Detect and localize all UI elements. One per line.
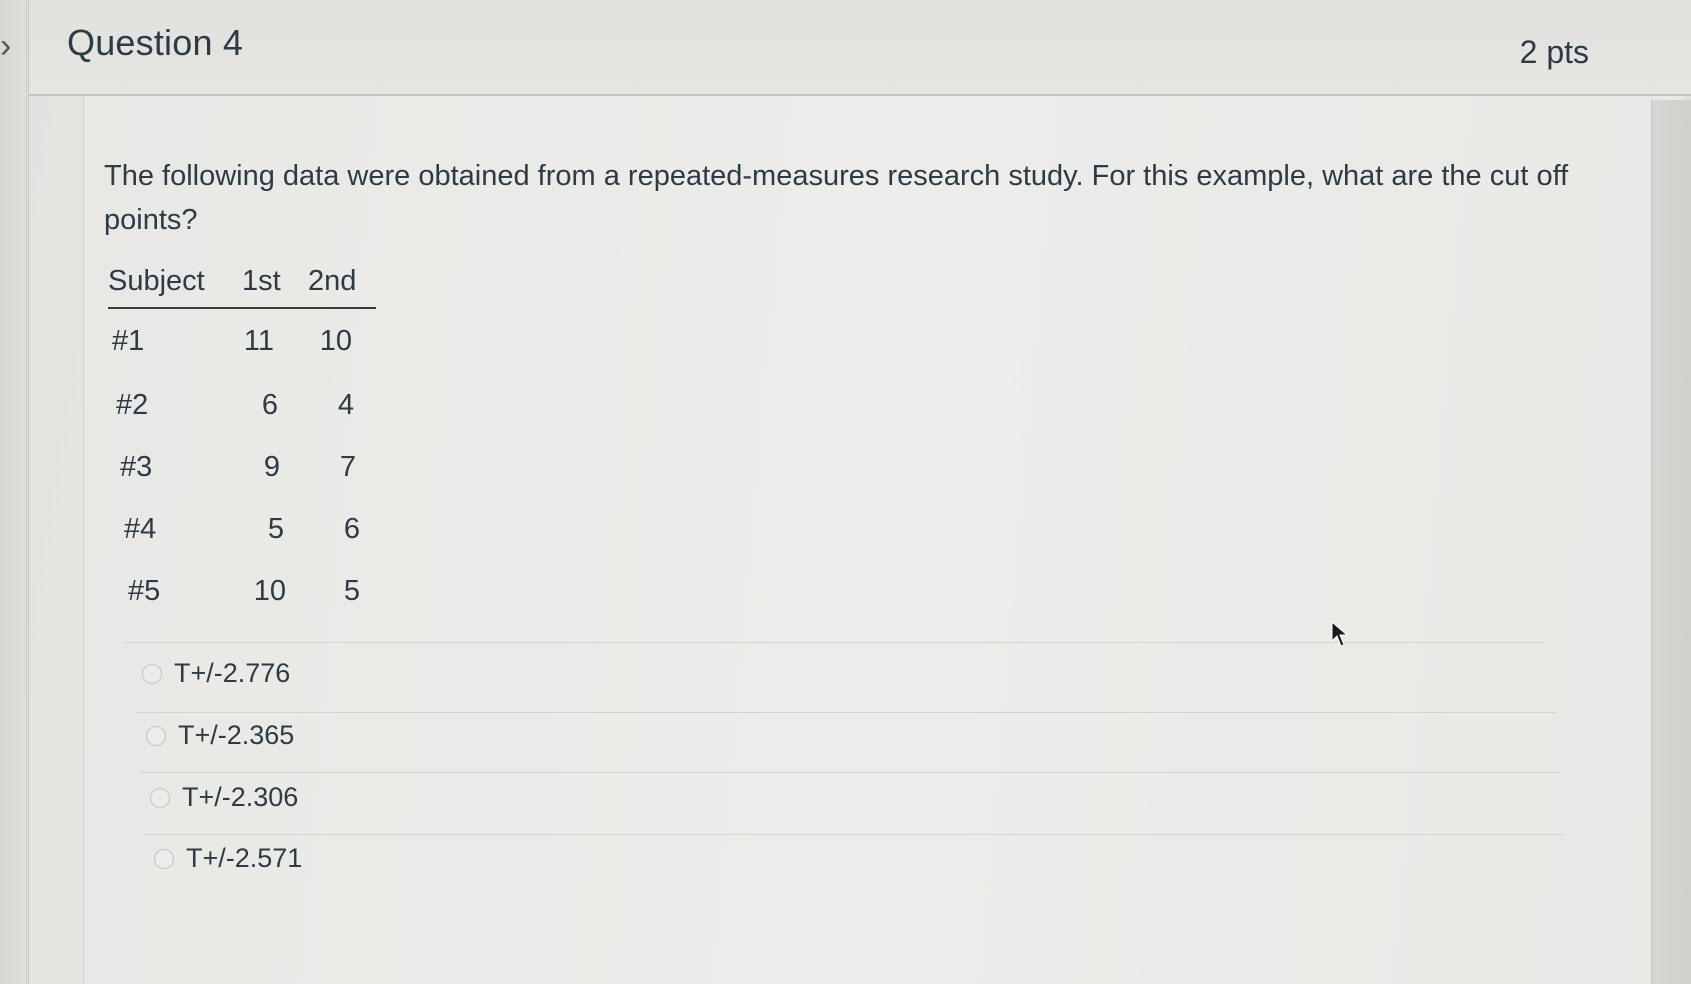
cell-first: 11 — [243, 325, 274, 357]
radio-button[interactable] — [154, 849, 174, 869]
cell-first: 5 — [267, 513, 284, 545]
header-subject: Subject — [108, 265, 205, 297]
table-row: #4 5 6 — [108, 513, 428, 553]
cell-second: 10 — [319, 325, 352, 357]
question-prompt: The following data were obtained from a … — [104, 160, 1569, 236]
header-first: 1st — [242, 265, 281, 297]
table-header-row: Subject 1st 2nd — [108, 261, 376, 309]
cell-second: 4 — [337, 389, 354, 421]
cell-subject: #3 — [120, 451, 153, 483]
answer-label: T+/-2.776 — [174, 658, 291, 688]
cell-subject: #4 — [124, 513, 157, 545]
cell-second: 7 — [339, 451, 356, 483]
cell-first: 6 — [261, 389, 278, 421]
left-sidebar-edge: › — [0, 0, 27, 984]
question-header: Question 4 2 pts — [29, 0, 1691, 96]
answer-label: T+/-2.365 — [178, 720, 295, 750]
table-row: #3 9 7 — [108, 451, 428, 491]
mouse-pointer-icon — [1331, 621, 1349, 647]
table-row: #1 11 10 — [108, 325, 428, 365]
question-card: Question 4 2 pts The following data were… — [28, 0, 1691, 984]
table-row: #2 6 4 — [108, 389, 428, 429]
question-body: The following data were obtained from a … — [83, 96, 1684, 984]
answer-label: T+/-2.306 — [182, 782, 299, 812]
table-row: #5 10 5 — [108, 575, 428, 615]
radio-button[interactable] — [142, 664, 162, 684]
cell-first: 9 — [263, 451, 280, 483]
cell-first: 10 — [253, 575, 286, 607]
question-title: Question 4 — [67, 22, 244, 63]
radio-button[interactable] — [146, 726, 166, 746]
answer-divider — [140, 772, 1560, 773]
quiz-page: › Question 4 2 pts The following data we… — [0, 0, 1691, 984]
answer-divider — [144, 834, 1564, 835]
answer-divider — [136, 712, 1556, 713]
cell-second: 6 — [343, 513, 360, 545]
radio-button[interactable] — [150, 788, 170, 808]
cell-subject: #5 — [128, 575, 161, 607]
chevron-right-icon[interactable]: › — [0, 26, 20, 66]
question-points: 2 pts — [1519, 34, 1589, 70]
header-second: 2nd — [308, 265, 357, 297]
answer-label: T+/-2.571 — [186, 843, 303, 873]
cell-second: 5 — [343, 575, 360, 607]
right-page-edge — [1651, 100, 1691, 984]
cell-subject: #1 — [112, 325, 145, 357]
cell-subject: #2 — [116, 389, 149, 421]
